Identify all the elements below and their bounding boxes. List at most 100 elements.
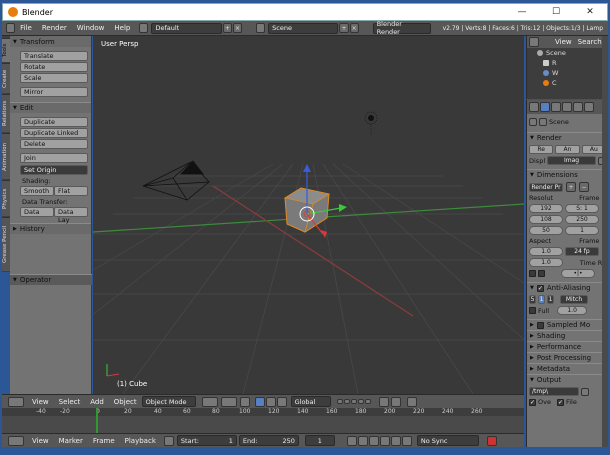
resolution-x-field[interactable]: 192 [529,204,563,213]
menu-help[interactable]: Help [109,24,135,32]
outliner-item-scene[interactable]: Scene [527,48,608,58]
sync-mode-selector[interactable]: No Sync [416,435,479,446]
menu-view[interactable]: View [24,398,54,406]
timeline[interactable]: -40 -20 0 20 40 60 80 100 120 140 160 18… [2,408,524,433]
history-panel-header[interactable]: ▶ History [10,223,91,234]
post-processing-panel-header[interactable]: ▶ Post Processing [527,352,608,363]
delete-button[interactable]: Delete [20,139,88,149]
transform-orientation-selector[interactable]: Global [290,396,331,407]
minimize-button[interactable]: — [505,7,539,17]
menu-select[interactable]: Select [54,398,86,406]
aspect-x-field[interactable]: 1.0 [529,247,563,256]
jump-end-icon[interactable] [401,435,412,446]
tab-relations[interactable]: Relations [2,94,10,132]
info-editor-type-icon[interactable] [6,23,16,33]
pin-icon[interactable] [529,118,537,126]
layout-delete-button[interactable]: × [232,23,243,33]
time-remap-field[interactable]: •|• [561,269,595,278]
outliner-item-camera[interactable]: C [527,78,608,88]
duplicate-button[interactable]: Duplicate [20,117,88,127]
maximize-button[interactable]: ☐ [539,7,573,17]
menu-frame[interactable]: Frame [88,437,120,445]
menu-marker[interactable]: Marker [54,437,88,445]
record-keyframe-icon[interactable] [486,435,497,446]
duplicate-linked-button[interactable]: Duplicate Linked [20,128,88,138]
scale-button[interactable]: Scale [20,73,88,83]
outliner-item-world[interactable]: W [527,68,608,78]
scene-selector[interactable]: Scene [268,22,339,34]
screen-layout-icon[interactable] [139,23,149,33]
rotate-button[interactable]: Rotate [20,62,88,72]
tab-tools[interactable]: Tools [2,38,10,62]
smooth-button[interactable]: Smooth [20,186,54,196]
display-selector[interactable]: Imag [547,156,596,165]
operator-panel-header[interactable]: ▼ Operator [10,274,92,285]
world-tab-icon[interactable] [573,102,583,112]
snap-element-icon[interactable] [390,396,401,407]
filter-size-field[interactable]: 1.0 [557,306,588,315]
scale-manipulator-icon[interactable] [276,396,287,407]
tab-animation[interactable]: Animation [2,133,10,179]
shading-panel-header[interactable]: ▶ Shading [527,330,608,341]
dimensions-panel-header[interactable]: ▼ Dimensions [527,169,608,180]
sampled-motion-blur-checkbox[interactable] [536,321,544,329]
add-preset-button[interactable]: + [566,182,576,192]
output-panel-header[interactable]: ▼ Output [527,374,608,385]
performance-panel-header[interactable]: ▶ Performance [527,341,608,352]
camera-object[interactable] [142,160,210,201]
translate-button[interactable]: Translate [20,51,88,61]
set-origin-dropdown[interactable]: Set Origin [20,165,88,175]
layout-selector[interactable]: Default [151,22,222,34]
scene-tab-icon[interactable] [562,102,572,112]
pivot-point-icon[interactable] [220,396,237,407]
folder-icon[interactable] [581,387,589,396]
render-button[interactable]: Re [529,145,554,154]
lamp-object[interactable] [364,111,378,136]
data-transfer-button[interactable]: Data [20,207,54,217]
aa-samples-11[interactable]: 1 [547,295,554,304]
layout-add-button[interactable]: + [222,23,232,33]
menu-add[interactable]: Add [85,398,109,406]
outliner-search-menu[interactable]: Search [577,38,603,46]
menu-timeline-view[interactable]: View [24,437,54,445]
anti-aliasing-panel-header[interactable]: ▼ ✓ Anti-Aliasing [527,282,608,293]
outliner-editor-type-icon[interactable] [529,37,539,47]
edit-panel-header[interactable]: ▼ Edit [10,102,91,113]
properties-editor-type-icon[interactable] [529,102,539,112]
3d-viewport[interactable]: User Persp (1) Cube [93,36,524,394]
outliner-view-menu[interactable]: View [539,38,577,46]
timeline-editor-type-icon[interactable] [8,435,24,446]
render-layers-tab-icon[interactable] [551,102,561,112]
menu-file[interactable]: File [15,24,37,32]
tab-grease-pencil[interactable]: Grease Pencil [2,217,10,271]
metadata-panel-header[interactable]: ▶ Metadata [527,363,608,374]
flat-button[interactable]: Flat [54,186,88,196]
sampled-motion-blur-panel-header[interactable]: ▶ Sampled Mo [527,319,608,330]
next-keyframe-icon[interactable] [390,435,401,446]
frame-end-field[interactable]: 250 [565,215,599,224]
mode-selector[interactable]: Object Mode [141,396,196,407]
mirror-button[interactable]: Mirror [20,87,88,97]
crop-checkbox[interactable] [538,270,545,277]
menu-render[interactable]: Render [37,24,72,32]
render-engine-selector[interactable]: Blender Render [372,20,431,36]
scene-add-button[interactable]: + [339,23,349,33]
scene-icon[interactable] [256,23,266,33]
menu-playback[interactable]: Playback [120,437,161,445]
use-preview-range-icon[interactable] [163,435,174,446]
outliner-item-render-layers[interactable]: R [527,58,608,68]
jump-start-icon[interactable] [346,435,357,446]
output-path-field[interactable]: /tmp\ [529,387,579,396]
current-frame-indicator[interactable] [96,408,98,433]
play-reverse-icon[interactable] [368,435,379,446]
frame-rate-selector[interactable]: 24 fp [565,247,599,256]
current-frame-field[interactable]: 1 [304,435,335,446]
render-panel-header[interactable]: ▼ Render [527,132,608,143]
start-frame-field[interactable]: Start: 1 [176,435,237,446]
anti-aliasing-checkbox[interactable]: ✓ [536,284,544,292]
aa-filter-selector[interactable]: Mitch [560,295,588,304]
translate-manipulator-icon[interactable] [254,396,265,407]
data-layout-button[interactable]: Data Lay [54,207,88,224]
aa-samples-8[interactable]: 1 [538,295,545,304]
manipulator-toggle-icon[interactable] [239,396,250,407]
